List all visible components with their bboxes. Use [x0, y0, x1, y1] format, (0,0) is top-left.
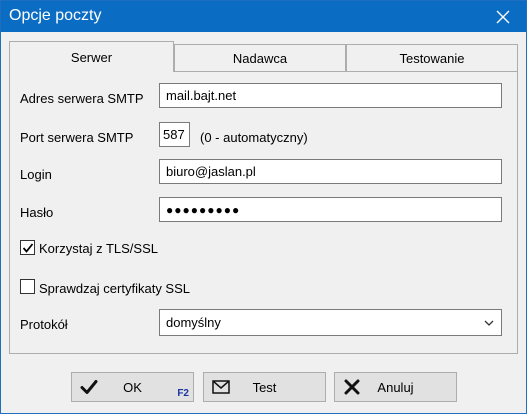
close-icon [496, 10, 510, 23]
cancel-button[interactable]: Anuluj [334, 372, 457, 402]
login-value: biuro@jaslan.pl [166, 164, 256, 179]
password-input[interactable]: ●●●●●●●●● [159, 197, 502, 222]
protocol-value: domyślny [166, 315, 221, 330]
tab-nadawca[interactable]: Nadawca [174, 44, 346, 71]
ssl-cert-checkbox[interactable] [20, 279, 35, 294]
port-hint: (0 - automatyczny) [200, 130, 308, 145]
password-label: Hasło [20, 205, 54, 220]
checkmark-icon [22, 243, 34, 253]
smtp-address-value: mail.bajt.net [166, 88, 237, 103]
ok-button[interactable]: OK F2 [71, 372, 194, 402]
dialog-window: Opcje poczty Serwer Nadawca Testowanie A… [0, 0, 527, 414]
tab-label: Serwer [70, 49, 113, 65]
smtp-address-input[interactable]: mail.bajt.net [159, 83, 502, 108]
tls-label: Korzystaj z TLS/SSL [39, 241, 158, 256]
test-label: Test [252, 380, 277, 395]
test-button[interactable]: Test [203, 372, 326, 402]
protocol-select[interactable]: domyślny [159, 309, 502, 336]
ok-label: OK [123, 380, 142, 395]
title-bar: Opcje poczty [1, 1, 526, 32]
tab-label: Testowanie [399, 50, 465, 66]
ok-hotkey: F2 [177, 388, 189, 399]
smtp-port-input[interactable]: 587 [159, 122, 190, 147]
ssl-cert-label: Sprawdzaj certyfikaty SSL [39, 281, 191, 296]
cancel-label: Anuluj [377, 380, 414, 395]
close-button[interactable] [480, 1, 526, 32]
tab-serwer[interactable]: Serwer [9, 41, 174, 72]
login-label: Login [20, 167, 52, 182]
password-value: ●●●●●●●●● [166, 202, 241, 217]
tab-label: Nadawca [232, 50, 288, 66]
login-input[interactable]: biuro@jaslan.pl [159, 159, 502, 184]
window-title: Opcje poczty [9, 7, 102, 24]
chevron-down-icon [484, 320, 494, 326]
tab-testowanie[interactable]: Testowanie [346, 44, 518, 71]
tab-panel-serwer: Adres serwera SMTP mail.bajt.net Port se… [9, 71, 518, 354]
smtp-port-value: 587 [163, 127, 185, 142]
protocol-label: Protokół [20, 317, 68, 332]
smtp-port-label: Port serwera SMTP [20, 130, 134, 145]
tls-checkbox[interactable] [20, 240, 35, 255]
tab-bar: Serwer Nadawca Testowanie [9, 41, 518, 72]
smtp-address-label: Adres serwera SMTP [20, 91, 144, 106]
